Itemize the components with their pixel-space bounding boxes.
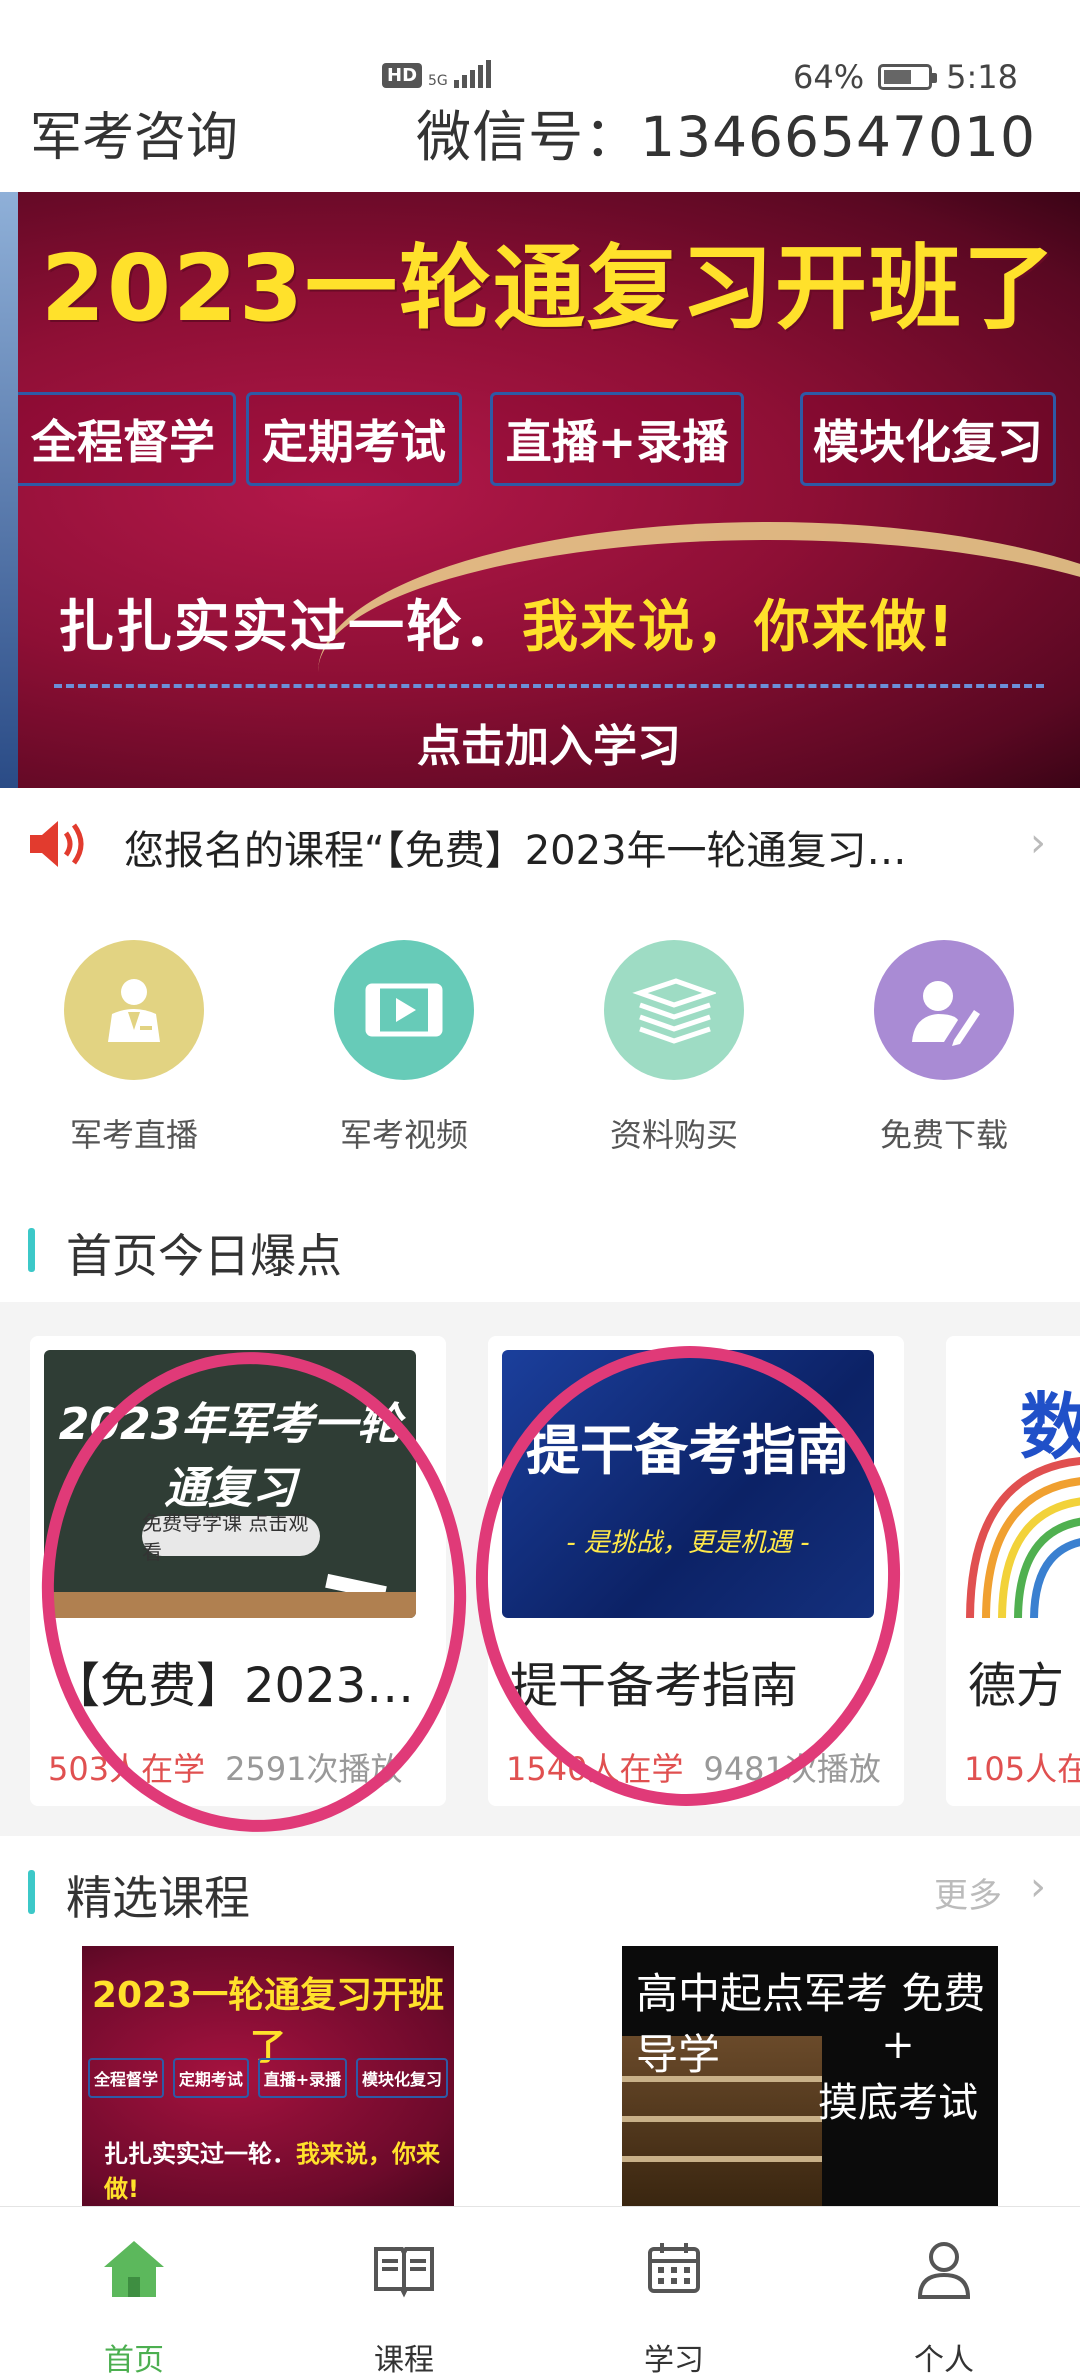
promo-banner[interactable]: 2023一轮通复习开班了 全程督学 定期考试 直播+录播 模块化复习 扎扎实实过… <box>18 192 1080 788</box>
banner-tags: 全程督学 定期考试 直播+录播 模块化复习 <box>18 392 1080 488</box>
rainbow-decoration <box>966 1457 1080 1618</box>
banner-slogan: 扎扎实实过一轮．我来说，你来做! <box>58 582 956 663</box>
notice-text[interactable]: 您报名的课程“【免费】2023年一轮通复习… <box>124 818 1004 876</box>
featured-tag: 全程督学 <box>88 2058 165 2098</box>
hot-card[interactable]: 数 德方 105人在 <box>946 1336 1080 1806</box>
teacher-icon <box>64 940 204 1080</box>
section-accent-bar <box>28 1870 35 1914</box>
nav-courses[interactable]: 课程 <box>304 2237 504 2376</box>
film-icon <box>334 940 474 1080</box>
app-screen: HD 5G 64% 5:18 军考咨询 微信号：13466547010 2023… <box>0 0 1080 2376</box>
home-icon <box>104 2241 164 2297</box>
banner-slogan-highlight: 我来说，你来做! <box>522 595 956 660</box>
wechat-contact: 微信号：13466547010 <box>416 105 1036 169</box>
course-title: 德方 <box>968 1658 1065 1714</box>
nav-label: 个人 <box>914 2343 974 2376</box>
banner-tag: 直播+录播 <box>490 392 744 486</box>
status-bar: HD 5G 64% 5:18 <box>0 0 1080 96</box>
featured-tag: 直播+录播 <box>257 2058 348 2098</box>
battery-percent: 64% <box>793 58 865 96</box>
chevron-right-icon[interactable]: › <box>1030 820 1046 866</box>
featured-thumbnail-title: 2023一轮通复习开班了 <box>91 1975 445 2068</box>
network-gen-label: 5G <box>428 73 448 89</box>
person-icon <box>917 2242 971 2299</box>
nav-label: 课程 <box>374 2343 434 2376</box>
section-accent-bar <box>28 1228 35 1272</box>
hd-badge: HD <box>382 63 423 88</box>
quick-links: 军考直播 军考视频 资料购买 免费下载 <box>0 940 1080 1160</box>
signal-icon <box>453 60 491 88</box>
chevron-right-icon[interactable]: › <box>1030 1864 1046 1910</box>
featured-slogan: 扎扎实实过一轮．我来说，你来做! <box>104 2134 454 2204</box>
user-edit-icon <box>874 940 1014 1080</box>
banner-tag: 定期考试 <box>246 392 462 486</box>
nav-home[interactable]: 首页 <box>34 2237 234 2376</box>
bottom-nav: 首页 课程 学习 个人 <box>0 2206 1080 2376</box>
network-indicator: HD 5G <box>382 60 491 89</box>
quick-link-label: 军考视频 <box>339 1116 468 1154</box>
banner-join-button[interactable]: 点击加入学习 <box>18 710 1080 774</box>
quick-link-label: 免费下载 <box>879 1116 1008 1154</box>
nav-profile[interactable]: 个人 <box>844 2237 1044 2376</box>
quick-link-label: 资料购买 <box>609 1116 738 1154</box>
quick-link-live[interactable]: 军考直播 <box>24 940 244 1156</box>
calendar-icon <box>648 2243 700 2293</box>
featured-tag: 模块化复习 <box>355 2058 448 2098</box>
banner-tag: 模块化复习 <box>800 392 1056 486</box>
speaker-icon <box>30 821 84 867</box>
more-link[interactable]: 更多 <box>934 1868 1002 1917</box>
featured-thumbnail-subtitle: + 摸底考试 <box>818 2016 978 2132</box>
featured-course-card[interactable]: 2023一轮通复习开班了 全程督学 定期考试 直播+录播 模块化复习 扎扎实实过… <box>82 1946 454 2206</box>
banner-slogan-white: 扎扎实实过一轮． <box>58 595 522 660</box>
banner-divider <box>54 684 1044 688</box>
quick-link-download[interactable]: 免费下载 <box>834 940 1054 1156</box>
book-icon <box>374 2247 434 2298</box>
hot-section-title: 首页今日爆点 <box>66 1229 342 1283</box>
course-thumbnail: 数 <box>960 1350 1080 1618</box>
nav-study[interactable]: 学习 <box>574 2237 774 2376</box>
featured-course-card[interactable]: 高中起点军考 免费导学 + 摸底考试 <box>622 1946 998 2206</box>
clock: 5:18 <box>946 58 1018 96</box>
quick-link-video[interactable]: 军考视频 <box>294 940 514 1156</box>
course-stats: 105人在 <box>964 1744 1080 1790</box>
featured-line3: 摸底考试 <box>818 2080 978 2126</box>
quick-link-label: 军考直播 <box>69 1116 198 1154</box>
featured-section-title: 精选课程 <box>66 1871 250 1925</box>
quick-link-materials[interactable]: 资料购买 <box>564 940 784 1156</box>
battery-icon <box>878 64 938 90</box>
banner-previous-slide-edge[interactable] <box>0 192 18 788</box>
featured-tag: 定期考试 <box>172 2058 249 2098</box>
page-title: 军考咨询 <box>30 108 239 168</box>
banner-title: 2023一轮通复习开班了 <box>40 235 1058 342</box>
learner-count: 105人在 <box>964 1750 1080 1788</box>
nav-label: 首页 <box>104 2343 164 2376</box>
books-icon <box>604 940 744 1080</box>
featured-slogan-white: 扎扎实实过一轮． <box>104 2140 296 2168</box>
featured-plus: + <box>881 2022 915 2068</box>
banner-tag: 全程督学 <box>18 392 236 486</box>
nav-label: 学习 <box>644 2343 704 2376</box>
featured-tags: 全程督学 定期考试 直播+录播 模块化复习 <box>88 2058 448 2098</box>
